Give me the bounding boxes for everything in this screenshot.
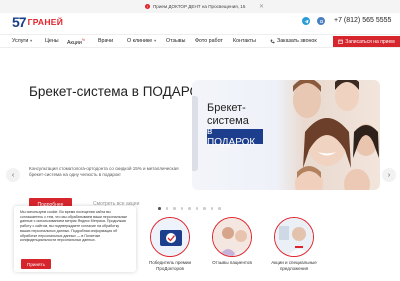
notice[interactable]: ! Прием ДОКТОР ДЕНТ на Просвещения, 15 [145, 2, 255, 11]
top-notice-bar: ! Прием ДОКТОР ДЕНТ на Просвещения, 15 ✕ [0, 0, 400, 13]
slider-dot[interactable] [180, 207, 183, 210]
alert-icon: ! [145, 4, 150, 9]
award-icon [151, 218, 189, 256]
nav-item-doctors[interactable]: Врачи [98, 38, 113, 44]
slider-dot[interactable] [173, 207, 176, 210]
accept-cookies-button[interactable]: Принять [21, 259, 51, 269]
nav-item-photos[interactable]: Фото работ [195, 38, 223, 44]
card-promotions[interactable]: Акции и специальные предложения [264, 217, 324, 271]
card-label: Акции и специальные предложения [271, 260, 317, 271]
smiling-women-photo [293, 80, 379, 190]
promo-highlight: в ПОДАРОК [207, 126, 263, 148]
slider-dot[interactable] [158, 207, 161, 210]
chevron-right-icon[interactable]: › [382, 168, 396, 182]
promotions-photo [274, 217, 314, 257]
cookie-text: Мы используем cookie. Во время посещения… [20, 210, 128, 243]
slider-dot[interactable] [218, 207, 221, 210]
book-appointment-button[interactable]: Записаться на прием [333, 36, 400, 47]
nav-item-prices[interactable]: Цены [45, 38, 59, 44]
telegram-icon[interactable] [302, 17, 310, 25]
phone-icon [270, 39, 275, 43]
card-label: Победитель премии ПроДокторов [149, 260, 191, 271]
card-reviews[interactable]: Отзывы пациентов [202, 217, 262, 266]
card-label: Отзывы пациентов [212, 260, 252, 265]
slider-dot[interactable] [203, 207, 206, 210]
slider-dots [158, 207, 221, 210]
promo-line-1: Брекет- [207, 102, 246, 114]
hero-description: Консультация стоматолога-ортодонта со ск… [29, 166, 179, 177]
notice-text: Прием ДОКТОР ДЕНТ на Просвещения, 15 [153, 4, 246, 9]
nav-label: О клинике [127, 38, 153, 44]
promo-banner[interactable]: Брекет-система в ПОДАРОК [192, 80, 380, 190]
chevron-down-icon: ▼ [153, 39, 157, 43]
hero-title: Брекет-система в ПОДАРОК [29, 84, 208, 99]
phone-number[interactable]: +7 (812) 565 5555 [334, 17, 391, 24]
card-award[interactable]: Победитель премии ПроДокторов [140, 217, 200, 271]
slider-dot[interactable] [195, 207, 198, 210]
call-back-button[interactable]: Заказать звонок [270, 38, 317, 44]
nav-label: Акции [67, 39, 82, 46]
main-nav: Услуги▼ Цены Акции% Врачи О клинике▼ Отз… [0, 34, 400, 48]
logo-text: ГРАНЕЙ [27, 17, 64, 27]
book-label: Записаться на прием [345, 38, 395, 45]
slider-dot[interactable] [210, 207, 213, 210]
calendar-icon [338, 39, 344, 44]
logo[interactable]: 57 ГРАНЕЙ [12, 14, 63, 30]
promo-heading: Брекет-система [207, 102, 249, 128]
reviews-photo [212, 217, 252, 257]
chevron-down-icon: ▼ [29, 39, 34, 43]
nav-item-about[interactable]: О клинике▼ [127, 38, 157, 44]
slider-dot[interactable] [165, 207, 168, 210]
logo-number: 57 [12, 14, 27, 30]
award-image [150, 217, 190, 257]
call-back-label: Заказать звонок [277, 38, 317, 44]
close-icon[interactable]: ✕ [259, 3, 264, 10]
vk-icon[interactable] [317, 17, 325, 25]
promo-badge: % [81, 38, 85, 42]
nav-item-promos[interactable]: Акции% [67, 38, 85, 46]
nav-item-contacts[interactable]: Контакты [233, 38, 256, 44]
cookie-banner: Мы используем cookie. Во время посещения… [14, 206, 136, 272]
nav-item-services[interactable]: Услуги▼ [12, 38, 33, 44]
slider-dot[interactable] [188, 207, 191, 210]
previous-slide-preview [192, 96, 198, 171]
nav-label: Услуги [12, 38, 29, 44]
nav-item-reviews[interactable]: Отзывы [166, 38, 185, 44]
chevron-left-icon[interactable]: ‹ [6, 168, 20, 182]
